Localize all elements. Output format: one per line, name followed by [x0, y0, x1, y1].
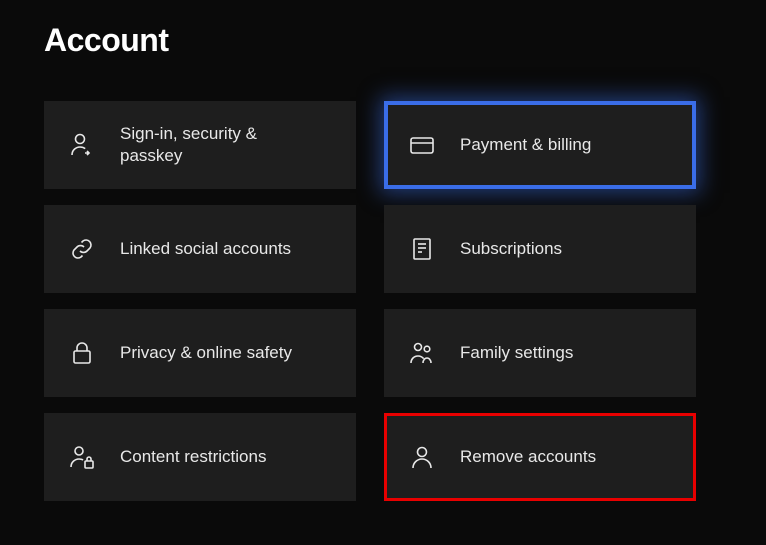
tile-label: Payment & billing [460, 134, 591, 156]
tile-label: Privacy & online safety [120, 342, 292, 364]
page-title: Account [0, 0, 766, 59]
link-icon [68, 235, 96, 263]
lock-icon [68, 339, 96, 367]
tile-label: Linked social accounts [120, 238, 291, 260]
tile-label: Subscriptions [460, 238, 562, 260]
tile-remove-accounts[interactable]: Remove accounts [384, 413, 696, 501]
tile-subscriptions[interactable]: Subscriptions [384, 205, 696, 293]
person-arrow-icon [68, 131, 96, 159]
tile-signin-security-passkey[interactable]: Sign-in, security & passkey [44, 101, 356, 189]
credit-card-icon [408, 131, 436, 159]
tile-payment-billing[interactable]: Payment & billing [384, 101, 696, 189]
family-icon [408, 339, 436, 367]
receipt-icon [408, 235, 436, 263]
person-icon [408, 443, 436, 471]
tile-label: Content restrictions [120, 446, 266, 468]
account-tiles-grid: Sign-in, security & passkey Payment & bi… [0, 59, 766, 501]
tile-privacy-online-safety[interactable]: Privacy & online safety [44, 309, 356, 397]
tile-family-settings[interactable]: Family settings [384, 309, 696, 397]
tile-label: Remove accounts [460, 446, 596, 468]
tile-content-restrictions[interactable]: Content restrictions [44, 413, 356, 501]
tile-label: Family settings [460, 342, 573, 364]
person-lock-icon [68, 443, 96, 471]
tile-linked-social-accounts[interactable]: Linked social accounts [44, 205, 356, 293]
tile-label: Sign-in, security & passkey [120, 123, 320, 167]
